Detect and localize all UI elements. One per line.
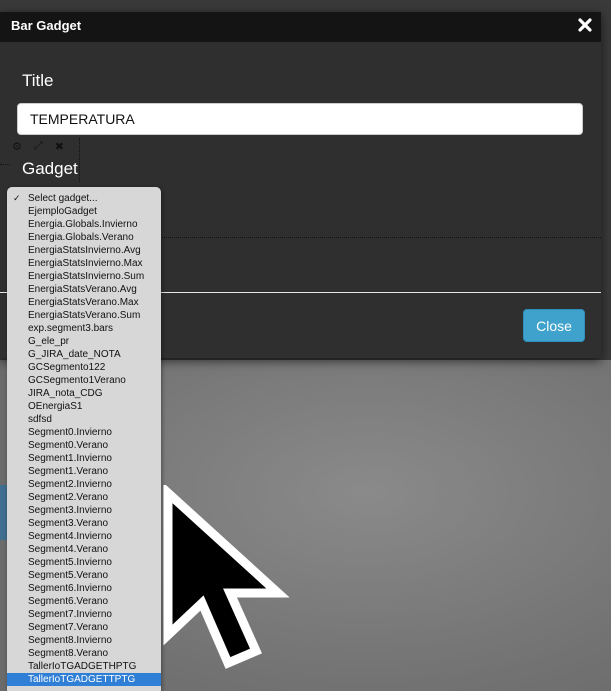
gadget-option[interactable]: G_ele_pr — [7, 335, 161, 348]
gadget-option-label: Segment1.Invierno — [28, 453, 112, 464]
gadget-option-label: Segment7.Invierno — [28, 609, 112, 620]
close-icon[interactable] — [577, 17, 593, 33]
gadget-option-label: Segment0.Verano — [28, 440, 109, 451]
gadget-option-label: Select gadget... — [28, 193, 98, 204]
gadget-option-label: Segment4.Invierno — [28, 531, 112, 542]
gadget-select-dropdown[interactable]: ✓ Select gadget... EjemploGadget Energia.… — [7, 187, 161, 691]
gadget-option-label: Segment4.Verano — [28, 544, 109, 555]
gadget-option[interactable]: OEnergiaS1 — [7, 400, 161, 413]
gadget-option-label: G_JIRA_date_NOTA — [28, 349, 121, 360]
gear-icon[interactable]: ⚙ — [12, 140, 22, 154]
gadget-option[interactable]: TallerIoTGADGETHPTG — [7, 660, 161, 673]
gadget-option[interactable]: Segment4.Verano — [7, 543, 161, 556]
expand-icon[interactable]: ⤢ — [34, 140, 43, 154]
gadget-option-label: Segment1.Verano — [28, 466, 109, 477]
close-button[interactable]: Close — [523, 309, 585, 342]
gadget-option[interactable]: Segment3.Verano — [7, 517, 161, 530]
gadget-option[interactable]: EnergiaStatsVerano.Avg — [7, 283, 161, 296]
gadget-option-label: EjemploGadget — [28, 206, 97, 217]
gadget-option[interactable]: exp.segment3.bars — [7, 322, 161, 335]
gadget-option-label: Segment5.Verano — [28, 570, 109, 581]
gadget-option-label: GCSegmento122 — [28, 362, 106, 373]
gadget-option[interactable]: Segment5.Invierno — [7, 556, 161, 569]
gadget-option[interactable]: Segment0.Verano — [7, 439, 161, 452]
gadget-option-label: EnergiaStatsInvierno.Sum — [28, 271, 145, 282]
gadget-option[interactable]: Segment2.Invierno — [7, 478, 161, 491]
gadget-option[interactable]: Segment8.Invierno — [7, 634, 161, 647]
gadget-option-label: Segment2.Verano — [28, 492, 109, 503]
gadget-option-label: Segment7.Verano — [28, 622, 109, 633]
gadget-option[interactable]: Energia.Globals.Invierno — [7, 218, 161, 231]
gadget-option[interactable]: Segment1.Verano — [7, 465, 161, 478]
gadget-option[interactable]: Segment1.Invierno — [7, 452, 161, 465]
gadget-option-label: Segment5.Invierno — [28, 557, 112, 568]
gadget-option[interactable]: G_JIRA_date_NOTA — [7, 348, 161, 361]
gadget-option-label: GCSegmento1Verano — [28, 375, 126, 386]
gadget-option[interactable]: EjemploGadget — [7, 205, 161, 218]
gadget-option[interactable]: Energia.Globals.Verano — [7, 231, 161, 244]
gadget-option-label: Segment0.Invierno — [28, 427, 112, 438]
gadget-option-list: ✓ Select gadget... EjemploGadget Energia.… — [7, 187, 161, 686]
gadget-option-label: Segment8.Invierno — [28, 635, 112, 646]
gadget-option-label: TallerIoTGADGETHPTG — [28, 661, 137, 672]
gadget-option[interactable]: Segment6.Invierno — [7, 582, 161, 595]
gadget-option[interactable]: Segment4.Invierno — [7, 530, 161, 543]
gadget-option[interactable]: Segment8.Verano — [7, 647, 161, 660]
gadget-option[interactable]: Segment7.Invierno — [7, 608, 161, 621]
gadget-option-label: OEnergiaS1 — [28, 401, 83, 412]
gadget-option-label: exp.segment3.bars — [28, 323, 114, 334]
gadget-option[interactable]: EnergiaStatsVerano.Max — [7, 296, 161, 309]
gadget-option-label: EnergiaStatsVerano.Max — [28, 297, 139, 308]
gadget-option[interactable]: Segment7.Verano — [7, 621, 161, 634]
dialog-title: Bar Gadget — [11, 18, 82, 33]
layout-guide-vertical — [79, 138, 80, 182]
gadget-option-label: Segment8.Verano — [28, 648, 109, 659]
title-field-label: Title — [22, 71, 54, 90]
gadget-option[interactable]: Segment5.Verano — [7, 569, 161, 582]
checkmark-icon: ✓ — [13, 193, 21, 203]
gadget-option-label: EnergiaStatsVerano.Avg — [28, 284, 137, 295]
gadget-option-label: EnergiaStatsInvierno.Max — [28, 258, 143, 269]
gadget-option[interactable]: EnergiaStatsInvierno.Avg — [7, 244, 161, 257]
gadget-option[interactable]: sdfsd — [7, 413, 161, 426]
remove-icon[interactable]: ✖ — [55, 140, 64, 154]
gadget-option-label: JIRA_nota_CDG — [28, 388, 103, 399]
gadget-option[interactable]: EnergiaStatsInvierno.Sum — [7, 270, 161, 283]
layout-guide-horizontal — [160, 237, 601, 238]
gadget-option-label: Segment6.Invierno — [28, 583, 112, 594]
widget-toolbar: ⚙ ⤢ ✖ — [12, 140, 64, 154]
gadget-option-label: TallerIoTGADGETTPTG — [28, 674, 136, 685]
gadget-option[interactable]: Segment2.Verano — [7, 491, 161, 504]
gadget-option[interactable]: Segment3.Invierno — [7, 504, 161, 517]
gadget-option-label: Segment6.Verano — [28, 596, 109, 607]
mouse-pointer-icon — [163, 485, 290, 669]
gadget-option-label: EnergiaStatsVerano.Sum — [28, 310, 141, 321]
gadget-option-label: EnergiaStatsInvierno.Avg — [28, 245, 141, 256]
gadget-option-label: Segment3.Verano — [28, 518, 109, 529]
gadget-option-placeholder[interactable]: ✓ Select gadget... — [7, 192, 161, 205]
gadget-option-label: Segment2.Invierno — [28, 479, 112, 490]
layout-guide-left — [0, 164, 10, 165]
dialog-header: Bar Gadget — [0, 12, 601, 42]
gadget-option[interactable]: Segment0.Invierno — [7, 426, 161, 439]
gadget-option-label: sdfsd — [28, 414, 52, 425]
gadget-option[interactable]: Segment6.Verano — [7, 595, 161, 608]
gadget-option-label: Energia.Globals.Invierno — [28, 219, 138, 230]
gadget-option-label: Energia.Globals.Verano — [28, 232, 134, 243]
gadget-option[interactable]: EnergiaStatsVerano.Sum — [7, 309, 161, 322]
gadget-option[interactable]: TallerIoTGADGETTPTG — [7, 673, 161, 686]
gadget-option-label: Segment3.Invierno — [28, 505, 112, 516]
gadget-option[interactable]: EnergiaStatsInvierno.Max — [7, 257, 161, 270]
gadget-option-label: G_ele_pr — [28, 336, 70, 347]
title-input[interactable] — [17, 103, 583, 135]
gadget-option[interactable]: GCSegmento1Verano — [7, 374, 161, 387]
gadget-option[interactable]: GCSegmento122 — [7, 361, 161, 374]
gadget-field-label: Gadget — [22, 159, 78, 178]
gadget-option[interactable]: JIRA_nota_CDG — [7, 387, 161, 400]
